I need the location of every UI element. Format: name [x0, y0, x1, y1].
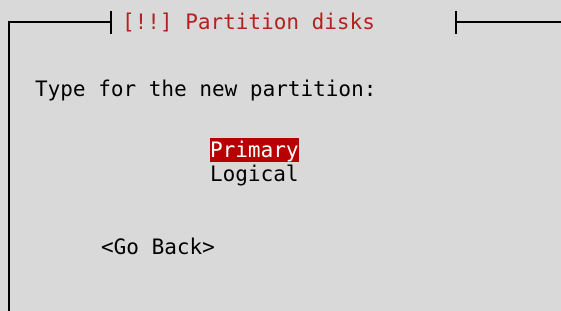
dialog-border-top-left: [8, 21, 112, 23]
dialog-border-top-right: [455, 21, 561, 23]
partition-type-list: Primary Logical: [210, 138, 299, 186]
option-label: Logical: [210, 162, 299, 186]
partition-type-dialog: [!!] Partition disks Type for the new pa…: [0, 0, 561, 311]
dialog-border-left: [8, 21, 10, 311]
partition-type-prompt: Type for the new partition:: [35, 77, 377, 101]
option-label: Primary: [210, 138, 299, 162]
dialog-title: [!!] Partition disks: [122, 10, 375, 34]
option-logical[interactable]: Logical: [210, 162, 299, 186]
go-back-button[interactable]: <Go Back>: [101, 235, 215, 259]
title-bracket-left: [110, 11, 112, 34]
option-primary[interactable]: Primary: [210, 138, 299, 162]
